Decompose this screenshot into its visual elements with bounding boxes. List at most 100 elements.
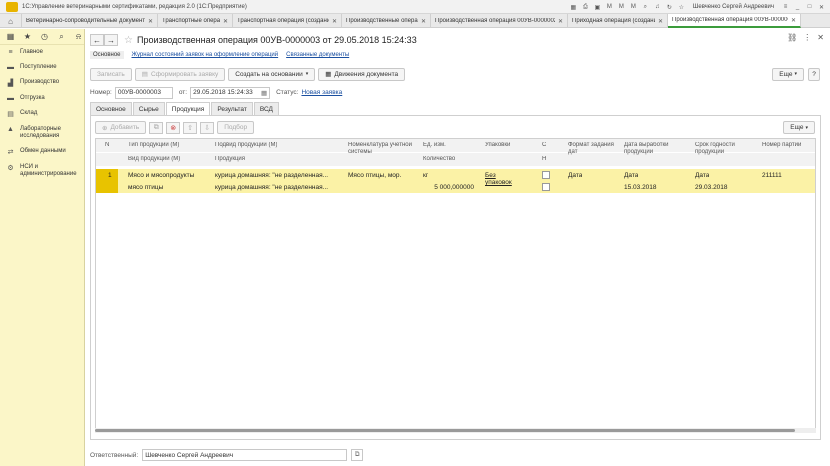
bell-icon[interactable]: ♫	[653, 3, 662, 12]
sidebar-item-receipt[interactable]: ▬ Поступление	[0, 60, 84, 75]
apps-icon[interactable]: ▦	[6, 32, 15, 41]
star-icon[interactable]: ☆	[677, 3, 686, 12]
tab-vsd[interactable]: ВСД	[253, 102, 279, 115]
cell-nomenclature[interactable]: Мясо птицы, мор.	[348, 172, 413, 179]
responsible-field[interactable]: Шевченко Сергей Андреевич	[142, 449, 348, 461]
status-link[interactable]: Новая заявка	[301, 89, 342, 96]
print-icon[interactable]: ⎙	[581, 3, 590, 12]
horizontal-scrollbar[interactable]	[95, 428, 816, 433]
minimize-icon[interactable]: _	[793, 3, 802, 12]
tab-products[interactable]: Продукция	[165, 102, 211, 115]
close-icon[interactable]: ✕	[791, 17, 796, 24]
copy-icon[interactable]: ⧉	[149, 121, 164, 134]
tab-production-operations[interactable]: Производственные операции✕	[342, 14, 431, 28]
search-icon[interactable]: ⌕	[641, 3, 650, 12]
selection-button[interactable]: Подбор	[217, 121, 255, 134]
cell-packaging-link[interactable]: Без упаковок	[485, 172, 519, 186]
cell-date-format[interactable]: Дата	[568, 172, 582, 179]
arrow-down-icon[interactable]: ⇩	[200, 121, 215, 134]
tab-production-operation-3[interactable]: Производственная операция 00УВ-0000003 о…	[668, 14, 801, 28]
user-name[interactable]: Шевченко Сергей Андреевич	[693, 4, 774, 10]
tab-transport-operations[interactable]: Транспортные операции✕	[158, 14, 233, 28]
cell-unit[interactable]: кг	[423, 172, 428, 179]
sidebar-item-shipment[interactable]: ▬ Отгрузка	[0, 91, 84, 106]
more-vertical-icon[interactable]: ⋮	[803, 33, 811, 42]
cell-prod-date-format[interactable]: Дата	[624, 172, 638, 179]
back-button[interactable]: ←	[90, 34, 104, 46]
sidebar-item-label: Главное	[20, 49, 43, 55]
close-icon[interactable]: ✕	[332, 18, 337, 25]
link-journal[interactable]: Журнал состояний заявок на оформление оп…	[132, 52, 279, 58]
m-plus-icon[interactable]: M	[617, 3, 626, 12]
date-field[interactable]: 29.05.2018 15:24:33 ▦	[190, 86, 271, 99]
tab-main[interactable]: Основное	[90, 102, 132, 115]
forward-button[interactable]: →	[104, 34, 118, 46]
chevron-down-icon: ▾	[305, 71, 309, 77]
header-fields: Номер: 00УВ-0000003 от: 29.05.2018 15:24…	[90, 86, 342, 99]
close-icon[interactable]: ✕	[658, 18, 663, 25]
favorite-star-icon[interactable]: ☆	[124, 35, 133, 46]
open-icon[interactable]: ⧉	[351, 449, 364, 461]
bell-icon[interactable]: ⍾	[74, 32, 83, 42]
number-field[interactable]: 00УВ-0000003	[114, 86, 173, 99]
star-icon[interactable]: ★	[23, 32, 32, 41]
movements-button[interactable]: ▦ Движения документа	[318, 67, 406, 81]
sidebar-item-lab[interactable]: ▲ Лабораторные исследования	[0, 122, 84, 144]
grid-icon[interactable]: ▦	[569, 3, 578, 12]
close-icon[interactable]: ✕	[558, 18, 563, 25]
tab-receipt-operation-create[interactable]: Приходная операция (создание) *✕	[568, 14, 668, 28]
tab-transport-operation-create[interactable]: Транспортная операция (создание) *✕	[233, 14, 342, 28]
search-icon[interactable]: ⌕	[57, 32, 66, 42]
sidebar-item-production[interactable]: ▟ Производство	[0, 75, 84, 91]
close-icon[interactable]: ✕	[817, 33, 824, 42]
link-related-docs[interactable]: Связанные документы	[286, 52, 349, 58]
maximize-icon[interactable]: □	[805, 3, 814, 12]
more-button[interactable]: Еще ▾	[772, 67, 804, 81]
record-button[interactable]: Записать	[90, 67, 132, 81]
home-icon[interactable]: ⌂	[0, 14, 22, 28]
cell-batch[interactable]: 211111	[762, 172, 782, 179]
cell-quantity[interactable]: 5 000,000000	[423, 184, 474, 191]
link-icon[interactable]: ⛓	[787, 33, 797, 42]
save-icon[interactable]: ▣	[593, 3, 602, 12]
date-label: от:	[178, 89, 188, 96]
cell-kind[interactable]: мясо птицы	[128, 184, 163, 191]
tab-production-operation-2[interactable]: Производственная операция 00УВ-0000002 о…	[431, 14, 568, 28]
form-request-button[interactable]: ▤ Сформировать заявку	[134, 67, 226, 81]
tab-raw-materials[interactable]: Сырье	[132, 102, 165, 115]
menu-icon[interactable]: ≡	[781, 3, 790, 12]
create-based-button[interactable]: Создать на основании ▾	[228, 67, 316, 81]
scrollbar-thumb[interactable]	[95, 429, 795, 432]
history-icon[interactable]: ◷	[40, 32, 49, 41]
calendar-icon[interactable]: ▦	[261, 89, 267, 97]
cell-subkind[interactable]: курица домашняя: "не разделенная...	[215, 172, 343, 179]
panel-more-button[interactable]: Еще ▾	[783, 121, 815, 134]
sidebar-item-main[interactable]: ≡ Главное	[0, 45, 84, 60]
close-icon[interactable]: ✕	[223, 18, 228, 25]
cell-product[interactable]: курица домашняя: "не разделенная...	[215, 184, 343, 191]
tab-result[interactable]: Результат	[211, 102, 253, 115]
more-label: Еще	[779, 70, 793, 78]
close-icon[interactable]: ✕	[817, 3, 826, 12]
checkbox-c[interactable]	[542, 171, 550, 179]
cell-prod-date[interactable]: 15.03.2018	[624, 184, 657, 191]
cell-expiry-format[interactable]: Дата	[695, 172, 709, 179]
m-minus-icon[interactable]: M	[629, 3, 638, 12]
delete-icon[interactable]: ⊗	[166, 121, 181, 134]
close-icon[interactable]: ✕	[148, 18, 153, 25]
checkbox-h[interactable]	[542, 183, 550, 191]
add-button[interactable]: ⊕ Добавить	[95, 121, 147, 134]
cell-type[interactable]: Мясо и мясопродукты	[128, 172, 194, 179]
chevron-down-icon: ▾	[794, 71, 797, 77]
sidebar-item-exchange[interactable]: ⇄ Обмен данными	[0, 144, 84, 160]
arrow-up-icon[interactable]: ⇧	[183, 121, 198, 134]
help-button[interactable]: ?	[808, 67, 820, 81]
link-main[interactable]: Основное	[90, 51, 124, 59]
m-icon[interactable]: M	[605, 3, 614, 12]
close-icon[interactable]: ✕	[421, 18, 426, 25]
sidebar-item-warehouse[interactable]: ▤ Склад	[0, 106, 84, 122]
cell-expiry-date[interactable]: 29.03.2018	[695, 184, 728, 191]
sidebar-item-admin[interactable]: ⚙ НСИ и администрирование	[0, 160, 84, 182]
tab-vsd-documents[interactable]: Ветеринарно-сопроводительные документы (…	[22, 14, 158, 28]
history-icon[interactable]: ↻	[665, 3, 674, 12]
